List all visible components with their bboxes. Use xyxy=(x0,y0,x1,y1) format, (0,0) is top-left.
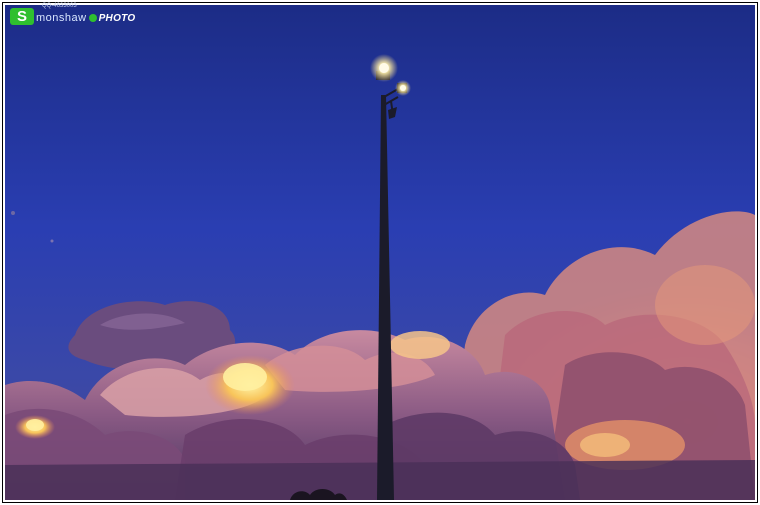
sky-scene xyxy=(5,5,755,500)
watermark-name: monshaw xyxy=(36,12,87,24)
watermark-dot-icon xyxy=(88,14,97,22)
watermark-photo: PHOTO xyxy=(98,12,136,24)
watermark-qq: QQ-4633003 xyxy=(42,3,77,9)
photograph xyxy=(5,5,755,500)
watermark: QQ-4633003 S monshaw PHOTO xyxy=(10,3,136,25)
watermark-logo: S xyxy=(10,7,34,25)
